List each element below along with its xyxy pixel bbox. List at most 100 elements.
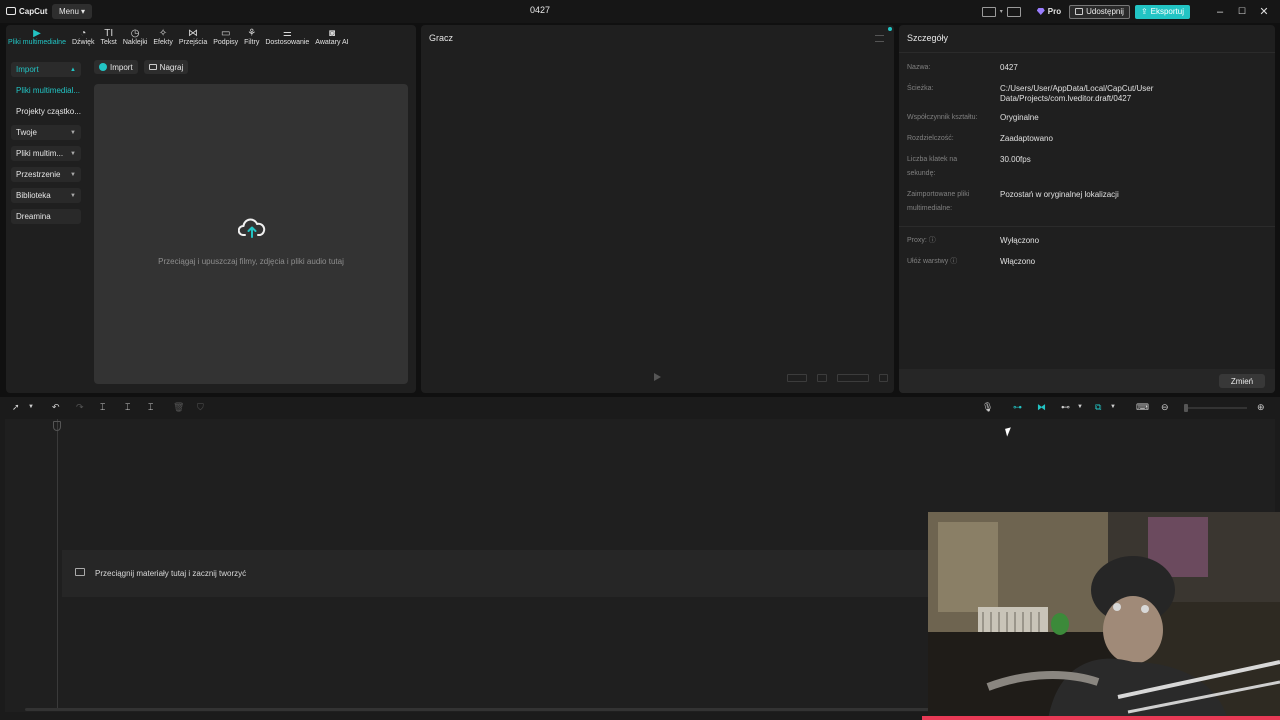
capcut-logo-icon (6, 7, 16, 15)
captions-icon: ▭ (220, 28, 231, 39)
info-icon[interactable]: ⓘ (950, 258, 957, 265)
zoom-out-icon[interactable]: ⊖ (1161, 402, 1169, 413)
export-label: Eksportuj (1150, 7, 1184, 16)
sidebar-item-label: Twoje (16, 128, 37, 137)
undo-icon[interactable]: ↶ (52, 402, 60, 413)
import-actions: Import Nagraj (94, 60, 189, 74)
zoom-slider-handle[interactable] (1184, 404, 1188, 412)
import-label: Import (110, 62, 133, 72)
divider (899, 52, 1275, 53)
tab-adjust[interactable]: ⚌ Dostosowanie (265, 28, 309, 46)
media-icon: ▶ (33, 28, 41, 39)
magnet-link-icon[interactable]: ⊶ (1013, 402, 1022, 413)
chevron-down-icon[interactable]: ▼ (1110, 402, 1116, 413)
aspect-icon[interactable] (837, 374, 869, 382)
pro-badge[interactable]: Pro (1036, 7, 1062, 16)
change-button[interactable]: Zmień (1219, 374, 1265, 388)
record-button[interactable]: Nagraj (143, 60, 189, 74)
ratio-icon[interactable] (787, 374, 807, 382)
layout-icon[interactable] (981, 6, 996, 17)
sidebar-item-media-files[interactable]: Pliki multimedial... (11, 83, 81, 98)
detail-value: Oryginalne (1000, 113, 1039, 122)
split-right-icon[interactable]: ⌶ (148, 402, 153, 413)
detail-key: Nazwa: (907, 64, 931, 71)
menu-button[interactable]: Menu ▾ (52, 4, 92, 19)
export-button[interactable]: ⇪ Eksportuj (1134, 4, 1190, 19)
close-icon[interactable]: ✕ (1254, 0, 1274, 23)
minimize-icon[interactable]: – (1210, 0, 1230, 23)
maximize-icon[interactable]: ☐ (1232, 0, 1252, 23)
tab-filters[interactable]: ⚘ Filtry (244, 28, 259, 46)
app-logo: CapCut (6, 5, 47, 17)
fullscreen-icon[interactable] (879, 374, 888, 382)
delete-icon[interactable]: 🗑 (173, 402, 184, 413)
chevron-down-icon[interactable]: ▼ (1077, 402, 1083, 413)
audio-icon: ◔ (80, 28, 87, 39)
playhead[interactable] (57, 419, 58, 709)
tab-media[interactable]: ▶ Pliki multimedialne (8, 28, 66, 46)
keyboard-icon[interactable] (1006, 6, 1021, 17)
caption-icon[interactable]: ⌨ (1136, 402, 1149, 413)
preview-axis-icon[interactable]: ⧉ (1095, 402, 1101, 413)
tab-label: Filtry (244, 39, 260, 46)
sidebar-item-sub-projects[interactable]: Projekty cząstko... (11, 104, 81, 119)
recording-progress-bar (922, 716, 1280, 720)
detail-value: C:/Users/User/AppData/Local/CapCut/User … (1000, 84, 1154, 103)
tab-audio[interactable]: ◔ Dźwięk (72, 28, 95, 46)
webcam-overlay (928, 512, 1280, 720)
player-panel: Gracz (421, 25, 894, 393)
crop-icon[interactable] (817, 374, 827, 382)
detail-key-text: Ułóż warstwy (907, 258, 949, 265)
detail-value: 0427 (1000, 63, 1018, 72)
timeline-toolbar: ➚ ▼ ↶ ↷ ⌶ ⌶ ⌶ 🗑 ⛉ 🎙 ⊶ ⧓ ⊷ ▼ ⧉ ▼ ⌨ ⊖ ⊕ (0, 397, 1280, 419)
sidebar-item-label: Przestrzenie (16, 170, 61, 179)
select-cursor-icon[interactable]: ➚ (12, 402, 20, 413)
pro-label: Pro (1047, 7, 1062, 16)
detail-value: 30.00fps (1000, 155, 1031, 164)
sidebar-item-media-files-2[interactable]: Pliki multim... ▼ (11, 146, 81, 161)
chevron-down-icon: ▾ (81, 7, 86, 16)
webcam-image (928, 512, 1280, 720)
effects-icon: ✧ (158, 28, 168, 39)
chevron-down-icon[interactable]: ▼ (28, 402, 34, 413)
sidebar-item-library[interactable]: Biblioteka ▼ (11, 188, 81, 203)
chevron-down-icon[interactable]: ▾ (1000, 8, 1003, 15)
detail-value: Zaadaptowano (1000, 134, 1053, 143)
transitions-icon: ⋈ (188, 28, 199, 39)
microphone-icon[interactable]: 🎙 (982, 402, 993, 413)
sidebar-item-dreamina[interactable]: Dreamina (11, 209, 81, 224)
shield-icon[interactable]: ⛉ (197, 402, 204, 413)
sidebar-item-import[interactable]: Import ▲ (11, 62, 81, 77)
tab-captions[interactable]: ▭ Podpisy (213, 28, 238, 46)
menu-icon[interactable] (875, 35, 884, 42)
sidebar-item-spaces[interactable]: Przestrzenie ▼ (11, 167, 81, 182)
link-icon[interactable]: ⊷ (1061, 402, 1070, 413)
sidebar-item-label: Import (16, 65, 39, 74)
sidebar-item-label: Biblioteka (16, 191, 51, 200)
tab-text[interactable]: TI Tekst (101, 28, 117, 46)
tool-tabs: ▶ Pliki multimedialne ◔ Dźwięk TI Tekst … (6, 25, 416, 53)
zoom-in-icon[interactable]: ⊕ (1257, 402, 1265, 413)
notification-dot (888, 27, 892, 31)
sidebar-item-yours[interactable]: Twoje ▼ (11, 125, 81, 140)
info-icon[interactable]: ⓘ (929, 237, 936, 244)
media-drop-zone[interactable]: Przeciągaj i upuszczaj filmy, zdjęcia i … (94, 84, 408, 384)
zoom-slider[interactable] (1185, 407, 1247, 409)
tab-stickers[interactable]: ◷ Naklejki (123, 28, 148, 46)
playhead-handle[interactable] (53, 421, 61, 431)
linkage-icon[interactable]: ⧓ (1037, 402, 1046, 413)
title-bar: CapCut Menu ▾ 0427 ▾ Pro Udostępnij ⇪ Ek… (0, 0, 1280, 23)
player-controls (421, 369, 894, 387)
import-button[interactable]: Import (94, 60, 138, 74)
split-left-icon[interactable]: ⌶ (125, 402, 130, 413)
redo-icon[interactable]: ↷ (76, 402, 84, 413)
tab-effects[interactable]: ✧ Efekty (153, 28, 172, 46)
play-icon[interactable] (654, 373, 661, 381)
share-button[interactable]: Udostępnij (1069, 4, 1130, 19)
title-bar-actions: ▾ Pro Udostępnij ⇪ Eksportuj – ☐ ✕ (978, 0, 1280, 23)
menu-label: Menu (58, 7, 79, 16)
split-icon[interactable]: ⌶ (100, 402, 105, 413)
details-title: Szczegóły (907, 33, 949, 43)
tab-transitions[interactable]: ⋈ Przejścia (179, 28, 207, 46)
tab-ai-avatars[interactable]: ◙ Awatary AI (315, 28, 348, 46)
